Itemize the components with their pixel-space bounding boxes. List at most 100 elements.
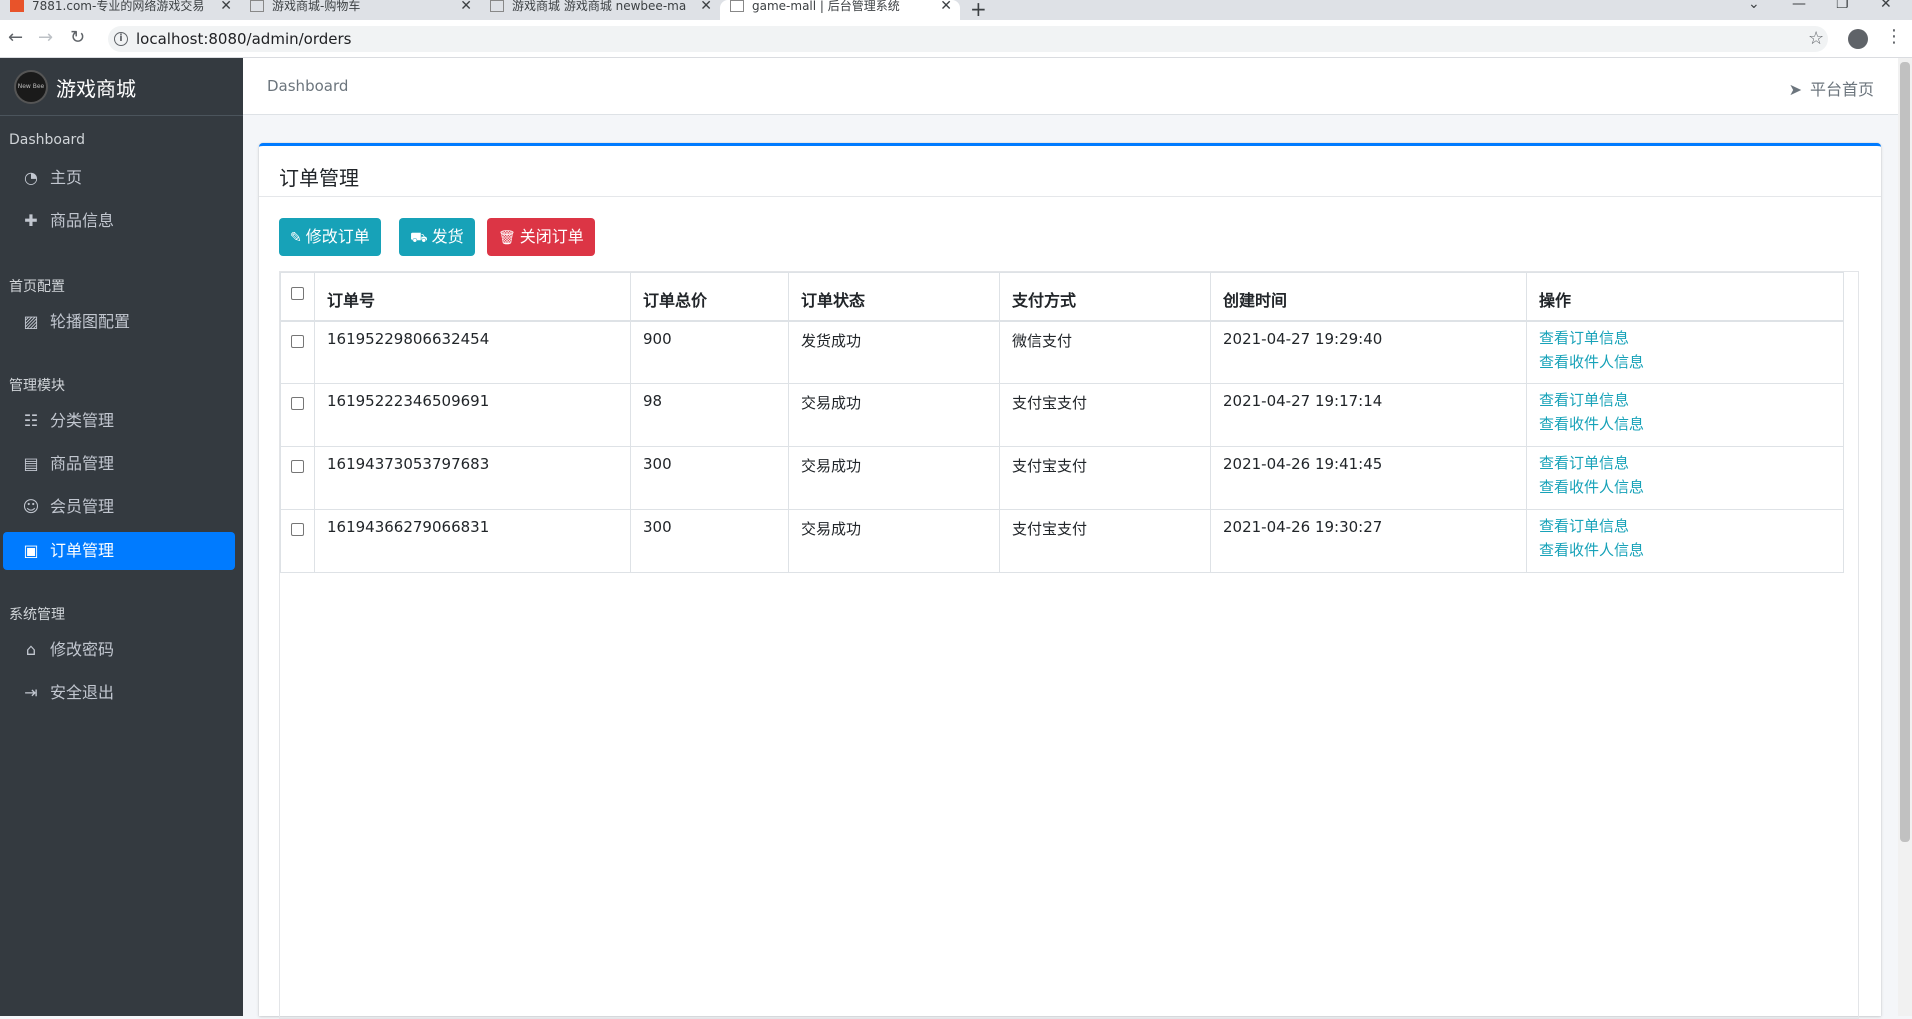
sidebar-item-category[interactable]: ☷ 分类管理 [3, 402, 235, 440]
view-receiver-link[interactable]: 查看收件人信息 [1539, 475, 1831, 499]
order-total: 300 [630, 446, 789, 510]
view-receiver-link[interactable]: 查看收件人信息 [1539, 350, 1831, 374]
sidebar-item-goods-info[interactable]: ✚ 商品信息 [3, 202, 235, 240]
sidebar-item-orders[interactable]: ▣ 订单管理 [3, 532, 235, 570]
column-header[interactable]: 创建时间 [1210, 272, 1527, 322]
window-close-icon[interactable]: ✕ [1880, 0, 1892, 12]
breadcrumb[interactable]: Dashboard [267, 77, 348, 95]
browser-tab[interactable]: 7881.com-专业的网络游戏交易 ✕ [0, 0, 240, 20]
column-header[interactable]: 订单总价 [630, 272, 789, 322]
view-order-link[interactable]: 查看订单信息 [1539, 514, 1831, 538]
column-header[interactable]: 支付方式 [999, 272, 1211, 322]
close-icon[interactable]: ✕ [220, 0, 232, 13]
forward-icon[interactable]: → [38, 28, 53, 48]
sidebar-item-goods[interactable]: ▤ 商品管理 [3, 445, 235, 483]
browser-tab[interactable]: 游戏商城-购物车 ✕ [240, 0, 480, 20]
nav-header: 管理模块 [9, 378, 65, 394]
edit-icon: ✎ [290, 230, 302, 246]
favicon-icon [490, 0, 504, 12]
view-order-link[interactable]: 查看订单信息 [1539, 451, 1831, 475]
edit-order-button[interactable]: ✎ 修改订单 [279, 218, 381, 256]
minimize-icon[interactable]: — [1792, 0, 1806, 12]
row-checkbox[interactable] [291, 334, 304, 348]
platform-home-link[interactable]: ➤ 平台首页 [1789, 76, 1874, 100]
view-receiver-link[interactable]: 查看收件人信息 [1539, 412, 1831, 436]
view-receiver-link[interactable]: 查看收件人信息 [1539, 538, 1831, 562]
actions-cell: 查看订单信息 查看收件人信息 [1526, 383, 1844, 447]
scrollbar-thumb[interactable] [1900, 62, 1910, 842]
payment-method: 支付宝支付 [999, 383, 1211, 447]
orders-card: 订单管理 ✎ 修改订单 ⛟ 发货 🗑 关闭订单 订单号 订单总价 订单状态 支付方式 … [259, 143, 1881, 1019]
payment-method: 支付宝支付 [999, 446, 1211, 510]
browser-tab-active[interactable]: game-mall | 后台管理系统 ✕ [720, 0, 960, 20]
close-icon[interactable]: ✕ [940, 0, 952, 13]
row-checkbox[interactable] [291, 397, 304, 410]
plus-icon: ✚ [24, 211, 38, 230]
row-checkbox[interactable] [291, 460, 304, 473]
close-order-button[interactable]: 🗑 关闭订单 [487, 218, 595, 256]
tab-search-icon[interactable]: ⌄ [1748, 0, 1760, 12]
orders-grid: 订单号 订单总价 订单状态 支付方式 创建时间 操作 1619522980663… [279, 271, 1859, 1019]
favicon-icon [10, 0, 24, 12]
close-icon[interactable]: ✕ [700, 0, 712, 13]
row-checkbox[interactable] [291, 523, 304, 536]
nav-header: 首页配置 [9, 279, 65, 295]
row-select-cell [280, 509, 315, 573]
favicon-icon [250, 0, 264, 12]
browser-tab[interactable]: 游戏商城 游戏商城 newbee-ma ✕ [480, 0, 720, 20]
sidebar-item-logout[interactable]: ⇥ 安全退出 [3, 674, 235, 712]
order-number: 16194373053797683 [314, 446, 631, 510]
list-icon: ☷ [23, 411, 39, 430]
order-number: 16195222346509691 [314, 383, 631, 447]
actions-cell: 查看订单信息 查看收件人信息 [1526, 320, 1844, 384]
image-icon: ▨ [23, 312, 39, 331]
archive-icon: ▤ [23, 454, 39, 473]
actions-cell: 查看订单信息 查看收件人信息 [1526, 446, 1844, 510]
created-time: 2021-04-26 19:41:45 [1210, 446, 1527, 510]
table-row[interactable]: 16194366279066831 300 交易成功 支付宝支付 2021-04… [280, 509, 1844, 573]
row-select-cell [280, 383, 315, 447]
created-time: 2021-04-27 19:17:14 [1210, 383, 1527, 447]
column-header[interactable]: 订单状态 [788, 272, 1000, 322]
truck-icon: ⛟ [410, 230, 428, 246]
row-select-cell [280, 320, 315, 384]
page-scrollbar[interactable] [1898, 58, 1912, 1016]
table-row[interactable]: 16195222346509691 98 交易成功 支付宝支付 2021-04-… [280, 383, 1844, 447]
info-icon[interactable]: i [114, 32, 128, 46]
table-row[interactable]: 16195229806632454 900 发货成功 微信支付 2021-04-… [280, 320, 1844, 384]
select-all-checkbox[interactable] [291, 287, 304, 300]
sidebar-item-password[interactable]: ⌂ 修改密码 [3, 631, 235, 669]
created-time: 2021-04-27 19:29:40 [1210, 320, 1527, 384]
browser-menu-icon[interactable]: ⋮ [1885, 26, 1903, 47]
url-field[interactable]: i localhost:8080/admin/orders [108, 26, 1828, 52]
close-icon[interactable]: ✕ [460, 0, 472, 13]
orders-table: 订单号 订单总价 订单状态 支付方式 创建时间 操作 1619522980663… [280, 272, 1844, 573]
users-icon: ☺ [22, 497, 40, 516]
sidebar: New Bee 游戏商城 Dashboard ◔ 主页 ✚ 商品信息 首页配置 … [0, 58, 243, 1016]
profile-avatar-icon[interactable] [1848, 29, 1868, 49]
new-tab-icon[interactable]: + [970, 0, 987, 21]
sidebar-item-users[interactable]: ☺ 会员管理 [3, 488, 235, 526]
actions-cell: 查看订单信息 查看收件人信息 [1526, 509, 1844, 573]
ship-order-button[interactable]: ⛟ 发货 [399, 218, 475, 256]
order-status: 交易成功 [788, 383, 1000, 447]
column-header[interactable]: 订单号 [314, 272, 631, 322]
trash-icon: 🗑 [498, 230, 516, 246]
order-total: 300 [630, 509, 789, 573]
payment-method: 微信支付 [999, 320, 1211, 384]
lock-icon: ⌂ [25, 640, 37, 659]
reload-icon[interactable]: ↻ [70, 28, 85, 48]
brand-link[interactable]: New Bee 游戏商城 [0, 58, 243, 116]
table-row[interactable]: 16194373053797683 300 交易成功 支付宝支付 2021-04… [280, 446, 1844, 510]
sign-out-icon: ⇥ [24, 683, 38, 702]
brand-title: 游戏商城 [56, 77, 136, 101]
back-icon[interactable]: ← [8, 28, 23, 48]
dashboard-icon: ◔ [24, 168, 38, 187]
view-order-link[interactable]: 查看订单信息 [1539, 388, 1831, 412]
view-order-link[interactable]: 查看订单信息 [1539, 326, 1831, 350]
sidebar-item-home[interactable]: ◔ 主页 [3, 159, 235, 197]
table-header-row: 订单号 订单总价 订单状态 支付方式 创建时间 操作 [280, 272, 1844, 322]
restore-icon[interactable]: ❐ [1836, 0, 1849, 12]
bookmark-star-icon[interactable]: ☆ [1808, 28, 1824, 49]
sidebar-item-carousel[interactable]: ▨ 轮播图配置 [3, 303, 235, 341]
